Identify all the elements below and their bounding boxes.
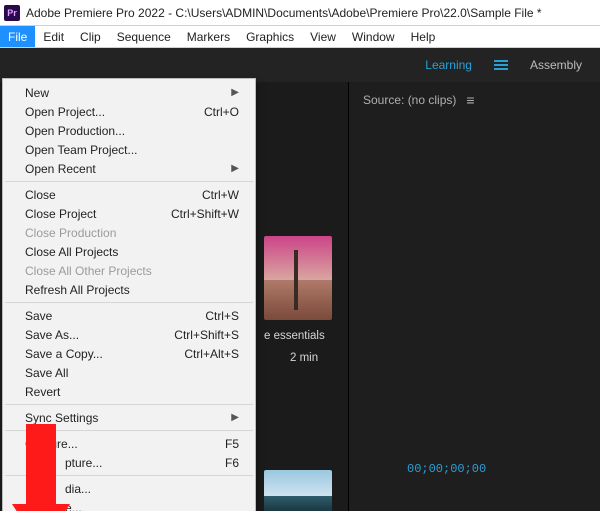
menu-item-label: dia... (25, 482, 91, 496)
chevron-right-icon: ▶ (231, 163, 239, 174)
thumb-ground (264, 280, 332, 320)
menu-item-label: Save (25, 309, 52, 323)
app-icon: Pr (4, 5, 20, 21)
menu-separator (5, 404, 253, 405)
file-menu-save[interactable]: Save Ctrl+S (3, 306, 255, 325)
workspace-bar: Learning Assembly (0, 48, 600, 82)
menu-item-label: Open Recent (25, 162, 96, 176)
thumb2-sky (264, 470, 332, 496)
menu-item-shortcut: F6 (225, 456, 239, 470)
file-menu-new[interactable]: New ▶ (3, 83, 255, 102)
menu-item-shortcut: Ctrl+Alt+S (184, 347, 239, 361)
tutorial-thumbnail[interactable] (264, 236, 332, 320)
menu-edit[interactable]: Edit (35, 26, 72, 47)
menu-item-label: New (25, 86, 49, 100)
menu-item-label: Open Team Project... (25, 143, 138, 157)
chevron-right-icon: ▶ (231, 87, 239, 98)
workspace-menu-icon[interactable] (494, 60, 508, 70)
menu-help[interactable]: Help (403, 26, 444, 47)
file-menu-e[interactable]: e... (3, 498, 255, 511)
menu-item-label: Sync Settings (25, 411, 98, 425)
menu-item-label: Capture... (25, 437, 78, 451)
chevron-right-icon: ▶ (231, 412, 239, 423)
file-menu-close[interactable]: Close Ctrl+W (3, 185, 255, 204)
file-menu-sync-settings[interactable]: Sync Settings ▶ (3, 408, 255, 427)
file-menu-close-all-other-projects: Close All Other Projects (3, 261, 255, 280)
file-menu-save-a-copy[interactable]: Save a Copy... Ctrl+Alt+S (3, 344, 255, 363)
source-panel: Source: (no clips) ≡ 00;00;00;00 (348, 82, 600, 511)
menu-window[interactable]: Window (344, 26, 403, 47)
tutorial-thumbnail-2[interactable] (264, 470, 332, 511)
menu-item-label: Close All Other Projects (25, 264, 152, 278)
file-menu-refresh-all-projects[interactable]: Refresh All Projects (3, 280, 255, 299)
menu-item-shortcut: Ctrl+S (205, 309, 239, 323)
file-menu-open-project[interactable]: Open Project... Ctrl+O (3, 102, 255, 121)
file-menu-save-all[interactable]: Save All (3, 363, 255, 382)
menu-item-shortcut: Ctrl+Shift+S (174, 328, 239, 342)
menu-file[interactable]: File (0, 26, 35, 47)
thumb-sky (264, 236, 332, 280)
menu-separator (5, 475, 253, 476)
menu-separator (5, 302, 253, 303)
menu-item-label: Close All Projects (25, 245, 118, 259)
menu-item-label: Save As... (25, 328, 79, 342)
file-menu-revert[interactable]: Revert (3, 382, 255, 401)
window-title: Adobe Premiere Pro 2022 - C:\Users\ADMIN… (26, 6, 542, 20)
menu-separator (5, 430, 253, 431)
menu-item-label: Close Production (25, 226, 116, 240)
source-panel-header: Source: (no clips) ≡ (349, 82, 600, 118)
menu-sequence[interactable]: Sequence (109, 26, 179, 47)
menu-view[interactable]: View (302, 26, 344, 47)
file-menu-save-as[interactable]: Save As... Ctrl+Shift+S (3, 325, 255, 344)
menu-markers[interactable]: Markers (179, 26, 238, 47)
menu-item-label: Save All (25, 366, 68, 380)
menu-item-label: e... (25, 501, 82, 511)
menu-bar: FileEditClipSequenceMarkersGraphicsViewW… (0, 26, 600, 48)
workspace-assembly[interactable]: Assembly (530, 58, 582, 72)
timecode[interactable]: 00;00;00;00 (407, 462, 486, 476)
menu-item-label: Save a Copy... (25, 347, 103, 361)
panel-menu-icon[interactable]: ≡ (466, 92, 475, 108)
content-area: e essentials 2 min Source: (no clips) ≡ … (0, 82, 600, 511)
source-panel-label[interactable]: Source: (no clips) (363, 93, 456, 107)
thumb2-mountain (264, 496, 332, 511)
menu-item-shortcut: F5 (225, 437, 239, 451)
file-menu-open-team-project[interactable]: Open Team Project... (3, 140, 255, 159)
menu-item-label: Refresh All Projects (25, 283, 130, 297)
menu-item-label: pture... (25, 456, 102, 470)
menu-item-label: Close (25, 188, 56, 202)
file-menu-open-production[interactable]: Open Production... (3, 121, 255, 140)
menu-item-label: Close Project (25, 207, 96, 221)
workspace-learning[interactable]: Learning (425, 58, 472, 72)
file-menu-capture[interactable]: Capture... F5 (3, 434, 255, 453)
menu-clip[interactable]: Clip (72, 26, 109, 47)
menu-item-label: Open Project... (25, 105, 105, 119)
tutorial-caption: e essentials (264, 330, 332, 342)
window-titlebar: Pr Adobe Premiere Pro 2022 - C:\Users\AD… (0, 0, 600, 26)
file-menu-open-recent[interactable]: Open Recent ▶ (3, 159, 255, 178)
menu-item-label: Revert (25, 385, 60, 399)
file-menu-pture[interactable]: pture... F6 (3, 453, 255, 472)
file-menu-dia[interactable]: dia... (3, 479, 255, 498)
menu-item-shortcut: Ctrl+O (204, 105, 239, 119)
file-menu-close-project[interactable]: Close Project Ctrl+Shift+W (3, 204, 255, 223)
menu-item-label: Open Production... (25, 124, 125, 138)
tutorial-duration: 2 min (290, 352, 318, 364)
menu-graphics[interactable]: Graphics (238, 26, 302, 47)
file-menu-close-all-projects[interactable]: Close All Projects (3, 242, 255, 261)
menu-separator (5, 181, 253, 182)
file-menu-dropdown: New ▶ Open Project... Ctrl+O Open Production… (2, 78, 256, 511)
menu-item-shortcut: Ctrl+Shift+W (171, 207, 239, 221)
file-menu-close-production: Close Production (3, 223, 255, 242)
menu-item-shortcut: Ctrl+W (202, 188, 239, 202)
